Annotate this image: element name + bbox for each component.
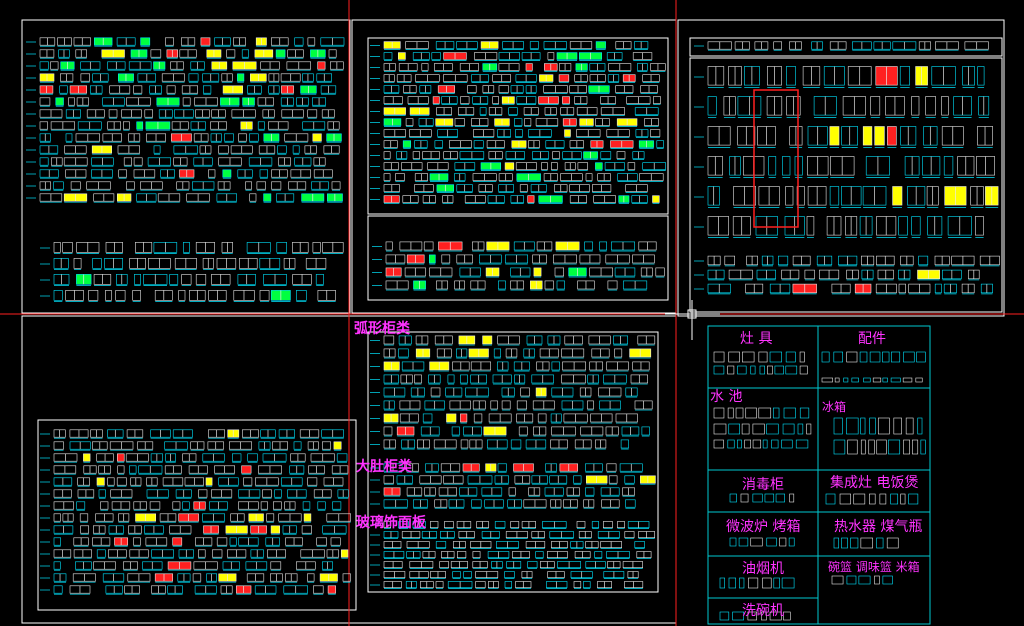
section-label-corner-cabinets: 大肚柜类: [356, 459, 412, 475]
legend-label-baskets-rice-bin: 碗篮 调味篮 米箱: [828, 560, 920, 574]
legend-label-sterilizer: 消毒柜: [742, 477, 784, 493]
section-label-arc-cabinets: 弧形柜类: [354, 321, 410, 337]
legend-label-integrated-stove-rice-cooker: 集成灶 电饭煲: [830, 475, 919, 491]
section-label-glass-panels: 玻璃饰面板: [356, 515, 426, 531]
legend-label-fridge: 冰箱: [822, 400, 847, 414]
legend-label-dishwasher: 洗碗机: [742, 603, 784, 619]
legend-label-parts: 配件: [858, 331, 886, 347]
legend-label-range-hood: 油烟机: [742, 561, 784, 577]
legend-label-sink: 水 池: [710, 389, 743, 405]
legend-label-water-heater-gas: 热水器 煤气瓶: [834, 519, 923, 535]
legend-label-stove: 灶 具: [740, 331, 773, 347]
legend-label-microwave-oven: 微波炉 烤箱: [726, 519, 801, 535]
